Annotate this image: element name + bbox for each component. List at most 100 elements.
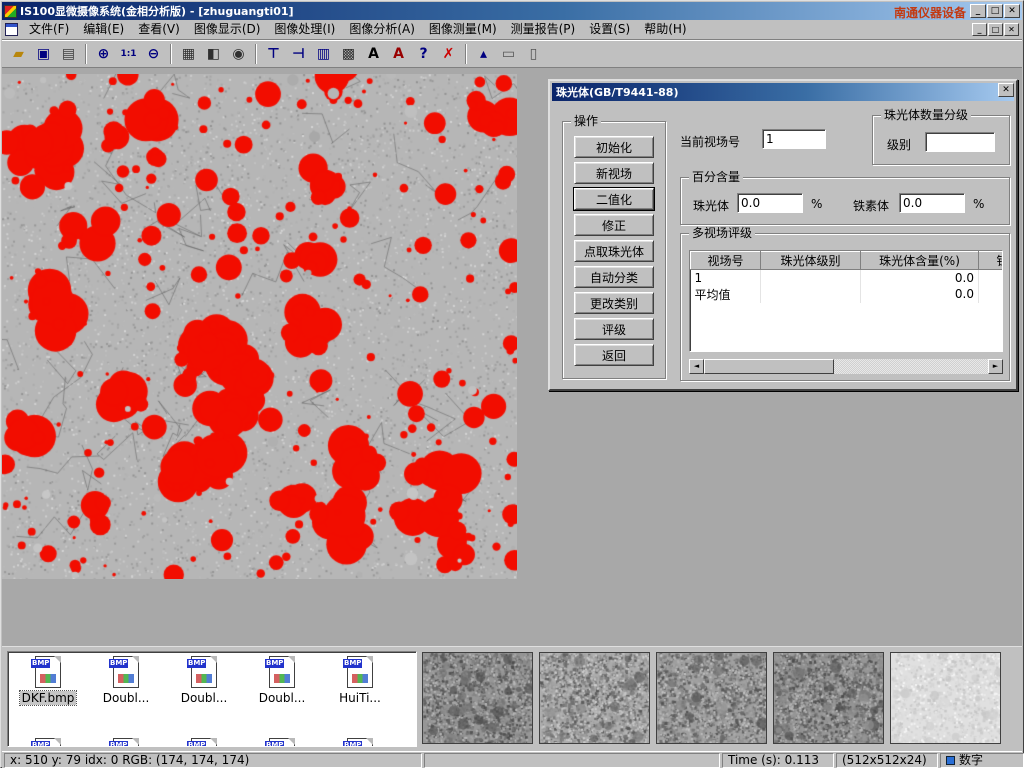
- file-item-partial[interactable]: BMP: [88, 738, 164, 747]
- scrollbar-thumb[interactable]: [704, 359, 834, 374]
- toolbar-separator: [465, 44, 467, 64]
- scroll-left-arrow-icon[interactable]: ◄: [689, 359, 704, 374]
- caliper-horizontal-icon[interactable]: ⊣: [287, 43, 310, 66]
- op-button-1[interactable]: 初始化: [574, 136, 654, 158]
- bmp-file-icon: BMP: [191, 656, 217, 688]
- bmp-art-icon: [118, 674, 134, 683]
- op-button-5[interactable]: 点取珠光体: [574, 240, 654, 262]
- open-folder-icon[interactable]: ▰: [7, 43, 30, 66]
- mdi-minimize-button[interactable]: _: [972, 23, 987, 36]
- cut-icon[interactable]: ✗: [437, 43, 460, 66]
- zoom-in-icon[interactable]: ⊕: [92, 43, 115, 66]
- menu-item[interactable]: 查看(V): [131, 20, 187, 39]
- menu-item[interactable]: 编辑(E): [76, 20, 131, 39]
- bmp-badge: BMP: [343, 741, 362, 747]
- rating-table-body: 10.0平均值0.0: [691, 270, 1004, 303]
- grid-icon[interactable]: ▩: [337, 43, 360, 66]
- pointer-icon[interactable]: ▴: [472, 43, 495, 66]
- file-item-partial[interactable]: BMP: [322, 738, 398, 747]
- level-input[interactable]: [925, 132, 995, 152]
- ferrite-value-input[interactable]: [899, 193, 965, 213]
- mdi-child-icon[interactable]: [5, 23, 18, 36]
- dialog-title-bar[interactable]: 珠光体(GB/T9441-88): [552, 83, 1014, 101]
- menu-item[interactable]: 文件(F): [22, 20, 76, 39]
- close-button[interactable]: ✕: [1004, 4, 1020, 18]
- file-item[interactable]: BMPDoubl...: [88, 656, 164, 705]
- op-button-2[interactable]: 新视场: [574, 162, 654, 184]
- ferrite-label: 铁素体: [853, 197, 889, 214]
- op-button-9[interactable]: 返回: [574, 344, 654, 366]
- menu-item[interactable]: 帮助(H): [637, 20, 693, 39]
- minimize-button[interactable]: _: [970, 4, 986, 18]
- file-item-partial[interactable]: BMP: [244, 738, 320, 747]
- micrograph-image[interactable]: [2, 74, 517, 579]
- thumbnail-4[interactable]: [773, 652, 884, 744]
- op-button-6[interactable]: 自动分类: [574, 266, 654, 288]
- op-button-3[interactable]: 二值化: [574, 188, 654, 210]
- op-button-7[interactable]: 更改类别: [574, 292, 654, 314]
- snapshot-icon[interactable]: ◉: [227, 43, 250, 66]
- bmp-badge: BMP: [343, 659, 362, 668]
- eraser-icon[interactable]: ▭: [497, 43, 520, 66]
- file-item[interactable]: BMPDKF.bmp: [10, 656, 86, 705]
- actual-size-icon[interactable]: 1:1: [117, 43, 140, 66]
- table-cell: 0.0: [861, 286, 979, 303]
- thumbnail-2[interactable]: [539, 652, 650, 744]
- op-button-4[interactable]: 修正: [574, 214, 654, 236]
- file-item[interactable]: BMPHuiTi...: [322, 656, 398, 705]
- table-header-cell[interactable]: 珠光体含量(%): [861, 252, 979, 270]
- table-header-cell[interactable]: 珠光体级别: [761, 252, 861, 270]
- menu-item[interactable]: 设置(S): [582, 20, 637, 39]
- thumbnail-5[interactable]: [890, 652, 1001, 744]
- thumbnail-3[interactable]: [656, 652, 767, 744]
- menu-item[interactable]: 测量报告(P): [504, 20, 583, 39]
- menu-item[interactable]: 图像测量(M): [422, 20, 504, 39]
- current-field-input[interactable]: [762, 129, 826, 149]
- table-header-cell[interactable]: 铁素: [979, 252, 1004, 270]
- video-icon[interactable]: ◧: [202, 43, 225, 66]
- bmp-file-icon: BMP: [347, 656, 373, 688]
- pearlite-value-input[interactable]: [737, 193, 803, 213]
- file-list[interactable]: BMPDKF.bmpBMPDoubl...BMPDoubl...BMPDoubl…: [7, 651, 417, 747]
- table-header-cell[interactable]: 视场号: [691, 252, 761, 270]
- help-icon[interactable]: ?: [412, 43, 435, 66]
- percent-group: 百分含量 珠光体 % 铁素体 %: [680, 177, 1010, 225]
- file-item-partial[interactable]: BMP: [10, 738, 86, 747]
- bmp-file-icon: BMP: [113, 738, 139, 747]
- file-item-partial[interactable]: BMP: [166, 738, 242, 747]
- rating-table[interactable]: 视场号珠光体级别珠光体含量(%)铁素 10.0平均值0.0: [689, 250, 1003, 352]
- status-coordinates: x: 510 y: 79 idx: 0 RGB: (174, 174, 174): [4, 753, 422, 768]
- scroll-right-arrow-icon[interactable]: ►: [988, 359, 1003, 374]
- mdi-close-button[interactable]: ✕: [1004, 23, 1019, 36]
- annotate-icon[interactable]: A: [387, 43, 410, 66]
- ruler-icon[interactable]: ▯: [522, 43, 545, 66]
- title-bar[interactable]: IS100显微摄像系统(金相分析版) - [zhuguangti01] 南通仪器…: [2, 2, 1022, 20]
- table-row[interactable]: 10.0: [691, 270, 1004, 286]
- level-label: 级别: [887, 136, 911, 153]
- scrollbar-track[interactable]: [704, 359, 988, 374]
- menu-item[interactable]: 图像分析(A): [342, 20, 422, 39]
- bmp-badge: BMP: [187, 741, 206, 747]
- menu-item[interactable]: 图像处理(I): [267, 20, 342, 39]
- file-item[interactable]: BMPDoubl...: [166, 656, 242, 705]
- table-row[interactable]: 平均值0.0: [691, 286, 1004, 303]
- file-item[interactable]: BMPDoubl...: [244, 656, 320, 705]
- thumbnail-1[interactable]: [422, 652, 533, 744]
- zoom-out-icon[interactable]: ⊖: [142, 43, 165, 66]
- text-icon[interactable]: A: [362, 43, 385, 66]
- caliper-vertical-icon[interactable]: ⊤: [262, 43, 285, 66]
- restore-button[interactable]: □: [987, 4, 1003, 18]
- dialog-close-button[interactable]: ✕: [998, 83, 1014, 97]
- multi-field-group-label: 多视场评级: [689, 226, 755, 240]
- table-horizontal-scrollbar[interactable]: ◄ ►: [689, 359, 1003, 374]
- print-icon[interactable]: ▤: [57, 43, 80, 66]
- mdi-restore-button[interactable]: □: [988, 23, 1003, 36]
- op-button-8[interactable]: 评级: [574, 318, 654, 340]
- bmp-file-icon: BMP: [35, 738, 61, 747]
- scale-icon[interactable]: ▥: [312, 43, 335, 66]
- save-icon[interactable]: ▣: [32, 43, 55, 66]
- menu-item[interactable]: 图像显示(D): [187, 20, 268, 39]
- brand-text: 南通仪器设备: [894, 4, 966, 21]
- page-fold-icon: [366, 656, 373, 663]
- camera-icon[interactable]: ▦: [177, 43, 200, 66]
